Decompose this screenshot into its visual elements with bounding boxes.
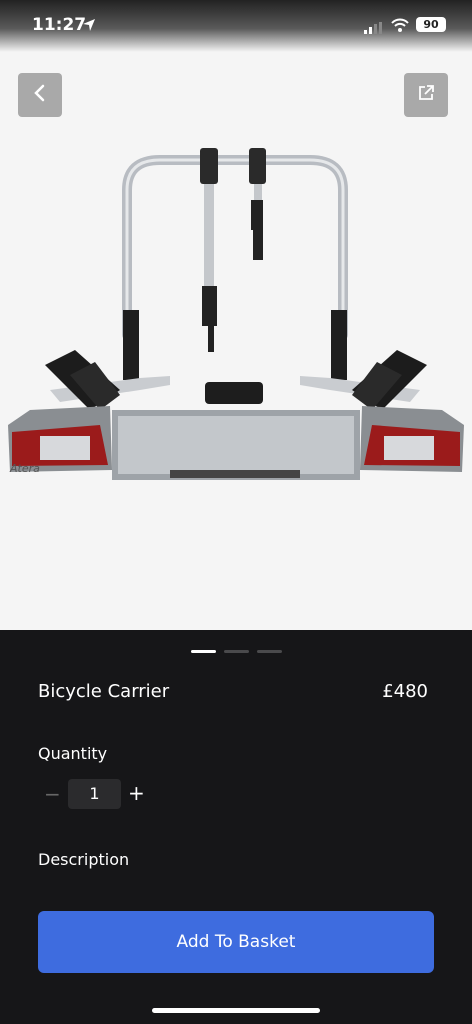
decrement-button[interactable]: − <box>44 782 61 806</box>
carousel-indicator[interactable] <box>0 650 472 653</box>
product-price: £480 <box>382 681 428 702</box>
carousel-dot[interactable] <box>256 650 282 653</box>
description-label: Description <box>38 850 130 869</box>
add-to-basket-button[interactable]: Add To Basket <box>38 911 434 973</box>
svg-text:Atera: Atera <box>9 462 40 475</box>
product-name: Bicycle Carrier <box>38 681 170 702</box>
back-chevron-icon <box>33 83 47 107</box>
battery-icon: 90 <box>416 17 446 32</box>
wifi-icon <box>391 17 409 36</box>
carousel-dot[interactable] <box>190 650 216 653</box>
quantity-value[interactable]: 1 <box>68 779 121 809</box>
home-indicator[interactable] <box>152 1008 320 1013</box>
share-icon <box>417 84 435 106</box>
carousel-dot[interactable] <box>223 650 249 653</box>
back-button[interactable] <box>18 73 62 117</box>
product-image-area[interactable]: 11:27 90 Atera <box>0 0 472 630</box>
signal-icon <box>364 19 384 38</box>
increment-button[interactable]: + <box>128 781 145 805</box>
status-time: 11:27 <box>32 15 87 35</box>
quantity-label: Quantity <box>38 744 108 763</box>
bicycle-carrier-image: Atera <box>8 148 464 480</box>
location-arrow-icon <box>82 17 96 36</box>
status-bar: 11:27 90 <box>0 0 472 52</box>
share-button[interactable] <box>404 73 448 117</box>
